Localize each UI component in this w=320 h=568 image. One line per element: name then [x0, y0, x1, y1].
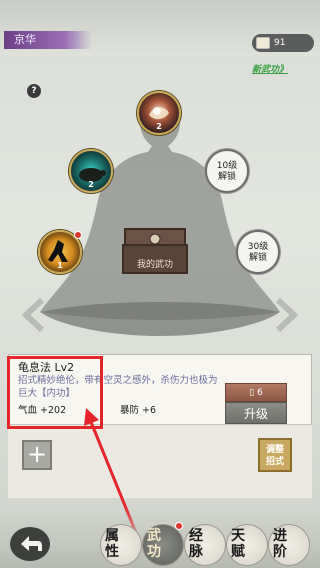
upgrade-cost: ▯ 6 — [225, 383, 287, 402]
notification-dot — [74, 231, 82, 239]
skill-slot-left-selected[interactable]: 2 — [69, 149, 113, 193]
highlight-box — [7, 356, 103, 429]
currency-value: 91 — [274, 38, 286, 48]
tab-label: 武 功 — [147, 528, 161, 560]
notification-dot — [175, 522, 183, 530]
stat-crit-def: 暴防 +6 — [120, 405, 157, 416]
slot-level: 1 — [57, 261, 63, 270]
prev-arrow-icon[interactable] — [22, 298, 48, 332]
tab-label: 经 脉 — [189, 528, 203, 560]
tab-label: 进 阶 — [273, 528, 287, 560]
back-arrow-icon — [21, 536, 42, 551]
location-label: 京华 — [4, 31, 92, 49]
tab-martial-arts[interactable]: 武 功 — [142, 524, 184, 566]
slot-level: 2 — [156, 122, 162, 131]
upgrade-button[interactable]: 升级 — [225, 402, 287, 424]
book-icon: ▯ — [249, 388, 255, 398]
tab-label: 天 赋 — [231, 528, 245, 560]
tab-label: 属 性 — [105, 528, 119, 560]
new-skill-link[interactable]: 新武功》 — [252, 62, 288, 75]
book-icon — [256, 37, 270, 49]
back-button[interactable] — [10, 527, 50, 561]
locked-label: 10级 解锁 — [216, 161, 238, 182]
tab-attributes[interactable]: 属 性 — [100, 524, 142, 566]
skill-slot-top[interactable]: 2 — [137, 91, 181, 135]
slot-level: 2 — [88, 180, 94, 189]
next-arrow-icon[interactable] — [272, 298, 298, 332]
upgrade-cost-value: 6 — [257, 388, 263, 398]
adjust-moves-button[interactable]: 调整 招式 — [258, 438, 292, 472]
tab-advance[interactable]: 进 阶 — [268, 524, 310, 566]
tab-talents[interactable]: 天 赋 — [226, 524, 268, 566]
add-move-button[interactable]: + — [22, 440, 52, 470]
skill-slot-locked-10[interactable]: 10级 解锁 — [205, 149, 249, 193]
locked-label: 30级 解锁 — [247, 242, 269, 263]
currency-display: 91 — [252, 34, 314, 52]
tab-meridians[interactable]: 经 脉 — [184, 524, 226, 566]
skill-slot-locked-30[interactable]: 30级 解锁 — [236, 230, 280, 274]
my-skills-label[interactable]: 我的武功 — [125, 257, 185, 270]
